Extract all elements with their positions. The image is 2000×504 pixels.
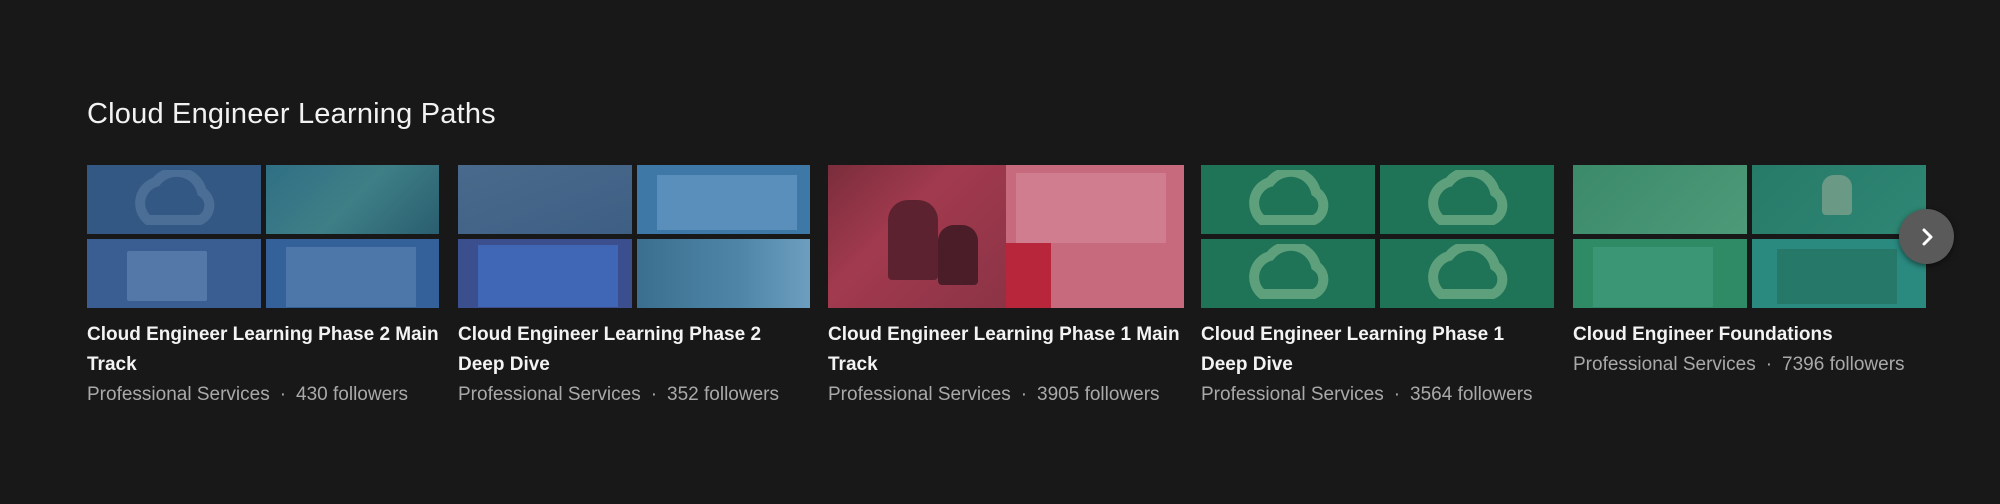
thumbnail-tile: [87, 165, 261, 234]
card-followers: 3905 followers: [1037, 384, 1160, 405]
card-publisher: Professional Services: [458, 384, 641, 405]
separator-dot: ·: [279, 384, 287, 405]
thumbnail-tile: [636, 239, 810, 308]
section-title: Cloud Engineer Learning Paths: [87, 98, 496, 130]
cloud-logo-icon: [1428, 243, 1508, 299]
separator-dot: ·: [1020, 384, 1028, 405]
separator-dot: ·: [1765, 354, 1773, 375]
thumbnail-tile: [1752, 239, 1926, 308]
carousel-next-button[interactable]: [1899, 209, 1954, 264]
card-thumbnail[interactable]: [1573, 165, 1926, 308]
card-meta: Professional Services · 7396 followers: [1573, 350, 1926, 380]
card-publisher: Professional Services: [1573, 354, 1756, 375]
card-title[interactable]: Cloud Engineer Foundations: [1573, 320, 1926, 350]
thumbnail-tile: [1201, 239, 1375, 308]
learning-path-card[interactable]: Cloud Engineer Learning Phase 1 Main Tra…: [828, 165, 1184, 410]
thumbnail-tile: [1201, 165, 1375, 234]
cloud-logo-icon: [1249, 169, 1329, 225]
card-title[interactable]: Cloud Engineer Learning Phase 1 Deep Div…: [1201, 320, 1554, 380]
card-publisher: Professional Services: [1201, 384, 1384, 405]
card-title[interactable]: Cloud Engineer Learning Phase 2 Deep Div…: [458, 320, 810, 380]
learning-paths-carousel: Cloud Engineer Learning Phase 2 Main Tra…: [87, 165, 1927, 425]
card-followers: 430 followers: [296, 384, 408, 405]
card-followers: 352 followers: [667, 384, 779, 405]
learning-path-card[interactable]: Cloud Engineer Learning Phase 2 Deep Div…: [458, 165, 810, 410]
card-title[interactable]: Cloud Engineer Learning Phase 2 Main Tra…: [87, 320, 439, 380]
card-followers: 7396 followers: [1782, 354, 1905, 375]
learning-path-card[interactable]: Cloud Engineer Learning Phase 2 Main Tra…: [87, 165, 439, 410]
thumbnail-photo: [828, 165, 1006, 308]
thumbnail-tile: [265, 165, 439, 234]
card-title[interactable]: Cloud Engineer Learning Phase 1 Main Tra…: [828, 320, 1184, 380]
separator-dot: ·: [650, 384, 658, 405]
thumbnail-slide: [1006, 165, 1184, 308]
thumbnail-tile: [265, 239, 439, 308]
card-meta: Professional Services · 352 followers: [458, 380, 810, 410]
learning-path-card[interactable]: Cloud Engineer Foundations Professional …: [1573, 165, 1926, 380]
card-publisher: Professional Services: [828, 384, 1011, 405]
separator-dot: ·: [1393, 384, 1401, 405]
thumbnail-tile: [1573, 165, 1747, 234]
card-meta: Professional Services · 430 followers: [87, 380, 439, 410]
learning-path-card[interactable]: Cloud Engineer Learning Phase 1 Deep Div…: [1201, 165, 1554, 410]
card-thumbnail[interactable]: [828, 165, 1184, 308]
card-thumbnail[interactable]: [458, 165, 810, 308]
cloud-logo-icon: [1249, 243, 1329, 299]
thumbnail-tile: [1380, 165, 1554, 234]
thumbnail-tile: [458, 165, 632, 234]
card-thumbnail[interactable]: [1201, 165, 1554, 308]
thumbnail-tile: [1752, 165, 1926, 234]
card-meta: Professional Services · 3905 followers: [828, 380, 1184, 410]
card-meta: Professional Services · 3564 followers: [1201, 380, 1554, 410]
chevron-right-icon: [1922, 228, 1932, 245]
thumbnail-tile: [1380, 239, 1554, 308]
thumbnail-tile: [87, 239, 261, 308]
card-publisher: Professional Services: [87, 384, 270, 405]
thumbnail-tile: [1573, 239, 1747, 308]
card-thumbnail[interactable]: [87, 165, 439, 308]
cloud-logo-icon: [1428, 169, 1508, 225]
thumbnail-tile: [458, 239, 632, 308]
card-followers: 3564 followers: [1410, 384, 1533, 405]
thumbnail-tile: [636, 165, 810, 234]
